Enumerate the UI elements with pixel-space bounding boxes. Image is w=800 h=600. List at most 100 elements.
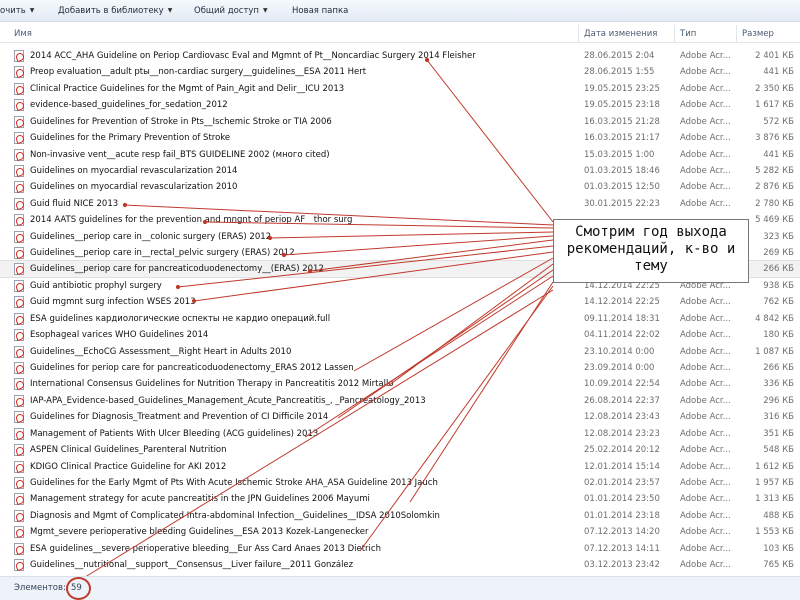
file-row[interactable]: Guid fluid NICE 2013 30.01.2015 22:23 Adob… xyxy=(0,196,800,212)
file-name: Guidelines for Diagnosis_Treatment and P… xyxy=(30,412,329,423)
pdf-file-icon xyxy=(14,99,24,112)
pdf-file-icon xyxy=(14,247,24,260)
pdf-file-icon xyxy=(14,279,24,292)
status-bar: Элементов: 59 xyxy=(0,576,800,600)
file-row[interactable]: ESA guidelines__severe perioperative ble… xyxy=(0,541,800,557)
file-name: IAP-APA_Evidence-based_Guidelines_Manage… xyxy=(30,395,426,406)
file-date: 19.05.2015 23:18 xyxy=(584,100,660,111)
file-row[interactable]: Mgmt_severe perioperative bleeding Guide… xyxy=(0,524,800,540)
file-row[interactable]: Guidelines for Prevention of Stroke in P… xyxy=(0,114,800,130)
file-row[interactable]: Guidelines for the Primary Prevention of… xyxy=(0,130,800,146)
file-row[interactable]: Guidelines for Diagnosis_Treatment and P… xyxy=(0,409,800,425)
file-name: ESA guidelines кардиологические оспекты … xyxy=(30,313,331,324)
toolbar-button[interactable]: очить ▼ xyxy=(0,0,34,22)
column-header-date[interactable]: Дата изменения xyxy=(584,29,657,39)
file-size: 1 087 КБ xyxy=(755,346,794,357)
file-type: Adobe Acr... xyxy=(680,560,731,571)
file-size: 938 КБ xyxy=(763,280,794,291)
toolbar-button-label: Добавить в библиотеку xyxy=(58,5,164,16)
file-size: 266 КБ xyxy=(763,362,794,373)
pdf-file-icon xyxy=(14,476,24,489)
file-row[interactable]: Guid mgmnt surg infection WSES 2013 14.12… xyxy=(0,294,800,310)
file-row[interactable]: Management of Patients With Ulcer Bleedi… xyxy=(0,426,800,442)
file-row[interactable]: KDIGO Clinical Practice Guideline for AK… xyxy=(0,459,800,475)
file-type: Adobe Acr... xyxy=(680,182,731,193)
file-name: 2014 ACC_AHA Guideline on Periop Cardiov… xyxy=(30,51,476,61)
file-row[interactable]: Guidelines on myocardial revascularizati… xyxy=(0,163,800,179)
file-row[interactable]: Guidelines__EchoCG Assessment__Right Hea… xyxy=(0,344,800,360)
file-name: Clinical Practice Guidelines for the Mgm… xyxy=(30,83,345,94)
file-type: Adobe Acr... xyxy=(680,51,731,61)
column-header-name[interactable]: Имя xyxy=(14,29,32,39)
column-header: Имя Дата изменения Тип Размер xyxy=(0,25,800,43)
toolbar-button[interactable]: Общий доступ ▼ xyxy=(194,0,268,22)
file-row[interactable]: IAP-APA_Evidence-based_Guidelines_Manage… xyxy=(0,393,800,409)
file-size: 103 КБ xyxy=(763,543,794,554)
file-row[interactable]: Diagnosis and Mgmt of Complicated Intra-… xyxy=(0,508,800,524)
file-name: Guid mgmnt surg infection WSES 2013 xyxy=(30,297,196,308)
file-size: 323 КБ xyxy=(763,231,794,242)
pdf-file-icon xyxy=(14,66,24,79)
toolbar-button[interactable]: Новая папка xyxy=(292,0,348,22)
file-row[interactable]: 2014 ACC_AHA Guideline on Periop Cardiov… xyxy=(0,48,800,64)
file-name: Guidelines__EchoCG Assessment__Right Hea… xyxy=(30,346,292,357)
file-name: Preop evaluation__adult ptы__non-cardiac… xyxy=(30,67,367,78)
file-name: Management of Patients With Ulcer Bleedi… xyxy=(30,428,319,439)
file-size: 765 КБ xyxy=(763,560,794,571)
pdf-file-icon xyxy=(14,312,24,325)
column-header-size[interactable]: Размер xyxy=(742,29,774,39)
file-type: Adobe Acr... xyxy=(680,346,731,357)
file-size: 296 КБ xyxy=(763,395,794,406)
file-size: 762 КБ xyxy=(763,297,794,308)
toolbar-button[interactable]: Добавить в библиотеку ▼ xyxy=(58,0,172,22)
column-header-type[interactable]: Тип xyxy=(680,29,696,39)
file-row[interactable]: Guidelines for periop care for pancreati… xyxy=(0,360,800,376)
column-separator[interactable] xyxy=(674,25,675,43)
file-name: International Consensus Guidelines for N… xyxy=(30,379,394,390)
file-name: Guidelines for periop care for pancreati… xyxy=(30,362,354,373)
pdf-file-icon xyxy=(14,411,24,424)
file-row[interactable]: ESA guidelines кардиологические оспекты … xyxy=(0,311,800,327)
file-size: 441 КБ xyxy=(763,67,794,78)
file-size: 1 617 КБ xyxy=(755,100,794,111)
file-date: 03.12.2013 23:42 xyxy=(584,560,660,571)
file-name: evidence-based_guidelines_for_sedation_2… xyxy=(30,100,228,111)
file-date: 07.12.2013 14:20 xyxy=(584,527,660,538)
chevron-down-icon: ▼ xyxy=(29,7,35,14)
file-type: Adobe Acr... xyxy=(680,297,731,308)
file-date: 28.06.2015 1:55 xyxy=(584,67,655,78)
file-type: Adobe Acr... xyxy=(680,100,731,111)
pdf-file-icon xyxy=(14,427,24,440)
file-row[interactable]: evidence-based_guidelines_for_sedation_2… xyxy=(0,97,800,113)
file-date: 01.03.2015 12:50 xyxy=(584,182,660,193)
file-row[interactable]: Management strategy for acute pancreatit… xyxy=(0,491,800,507)
file-size: 266 КБ xyxy=(763,264,794,275)
column-separator[interactable] xyxy=(736,25,737,43)
file-row[interactable]: Guidelines__nutritional__support__Consen… xyxy=(0,557,800,573)
file-size: 1 553 КБ xyxy=(755,527,794,538)
file-type: Adobe Acr... xyxy=(680,527,731,538)
file-size: 269 КБ xyxy=(763,248,794,259)
file-row[interactable]: International Consensus Guidelines for N… xyxy=(0,376,800,392)
file-date: 04.11.2014 22:02 xyxy=(584,330,660,341)
file-row[interactable]: Preop evaluation__adult ptы__non-cardiac… xyxy=(0,64,800,80)
file-row[interactable]: Esophageal varices WHO Guidelines 2014 04… xyxy=(0,327,800,343)
toolbar-button-label: Общий доступ xyxy=(194,5,259,16)
file-name: Guidelines for the Primary Prevention of… xyxy=(30,133,231,144)
file-row[interactable]: Clinical Practice Guidelines for the Mgm… xyxy=(0,81,800,97)
file-row[interactable]: Guidelines for the Early Mgmt of Pts Wit… xyxy=(0,475,800,491)
file-row[interactable]: ASPEN Clinical Guidelines_Parenteral Nut… xyxy=(0,442,800,458)
file-date: 12.01.2014 15:14 xyxy=(584,461,660,472)
file-name: Guidelines for the Early Mgmt of Pts Wit… xyxy=(30,477,438,488)
pdf-file-icon xyxy=(14,296,24,309)
pdf-file-icon xyxy=(14,394,24,407)
file-name: KDIGO Clinical Practice Guideline for AK… xyxy=(30,461,227,472)
file-row[interactable]: Guidelines on myocardial revascularizati… xyxy=(0,179,800,195)
column-separator[interactable] xyxy=(578,25,579,43)
file-row[interactable]: Non-invasive vent__acute resp fail_BTS G… xyxy=(0,147,800,163)
file-date: 14.12.2014 22:25 xyxy=(584,297,660,308)
file-type: Adobe Acr... xyxy=(680,83,731,94)
file-date: 12.08.2014 23:23 xyxy=(584,428,660,439)
file-name: Guidelines__nutritional__support__Consen… xyxy=(30,560,354,571)
file-name: Guidelines__periop care for pancreaticod… xyxy=(30,264,324,275)
